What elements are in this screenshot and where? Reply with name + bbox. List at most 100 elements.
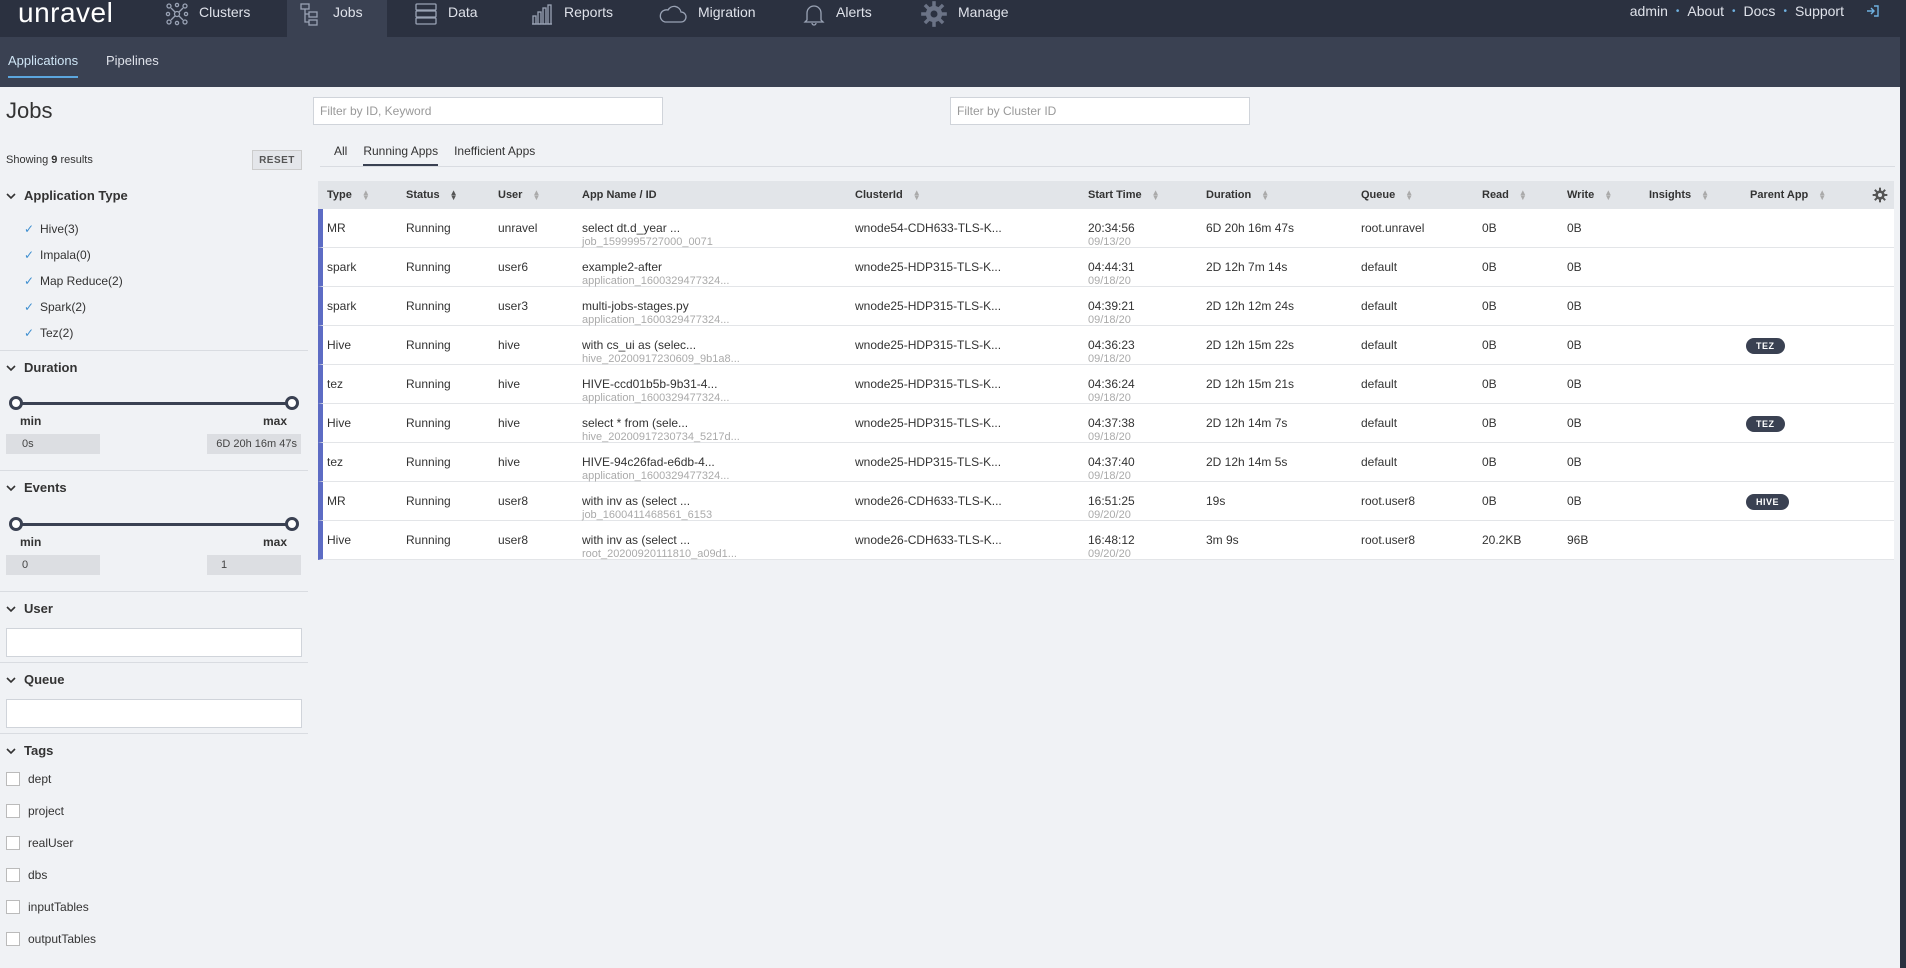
cell-app-name[interactable]: with cs_ui as (selec... hive_202009172306… [582, 338, 740, 365]
cell-app-name[interactable]: multi-jobs-stages.py application_16003294… [582, 299, 729, 326]
tag-inputtables[interactable]: inputTables [6, 900, 89, 914]
checkbox[interactable] [6, 772, 20, 786]
cell-cluster-id: wnode25-HDP315-TLS-K... [855, 260, 1002, 274]
duration-max-handle[interactable] [285, 396, 299, 410]
col-insights[interactable]: Insights ▲ ▼ [1649, 189, 1709, 202]
support-link[interactable]: Support [1795, 3, 1844, 19]
tab-applications[interactable]: Applications [8, 53, 79, 78]
table-row[interactable]: MR Running user8 with inv as (select ... job… [318, 482, 1894, 521]
table-row[interactable]: spark Running user3 multi-jobs-stages.py app… [318, 287, 1894, 326]
cell-user: user8 [498, 533, 529, 547]
section-application-type[interactable]: Application Type [6, 188, 128, 203]
section-duration[interactable]: Duration [6, 360, 77, 375]
events-min-value[interactable]: 0 [6, 555, 100, 575]
checkbox[interactable] [6, 836, 20, 850]
col-duration[interactable]: Duration ▲ ▼ [1206, 189, 1269, 202]
cell-write: 0B [1567, 455, 1582, 469]
col-cluster-id[interactable]: ClusterId ▲ ▼ [855, 189, 921, 202]
docs-link[interactable]: Docs [1744, 3, 1776, 19]
section-events[interactable]: Events [6, 480, 67, 495]
col-write[interactable]: Write ▲ ▼ [1567, 189, 1612, 202]
checkbox[interactable] [6, 868, 20, 882]
tab-inefficient-apps[interactable]: Inefficient Apps [454, 144, 535, 166]
unravel-logo[interactable]: unravel [18, 0, 113, 27]
tag-dept[interactable]: dept [6, 772, 51, 786]
duration-min-handle[interactable] [9, 396, 23, 410]
table-row[interactable]: Hive Running hive select * from (sele... hiv… [318, 404, 1894, 443]
checkbox[interactable] [6, 932, 20, 946]
column-settings-gear-icon[interactable] [1872, 187, 1888, 203]
filter-spark[interactable]: ✓ Spark(2) [24, 300, 86, 314]
col-user[interactable]: User ▲ ▼ [498, 189, 540, 202]
tag-realuser[interactable]: realUser [6, 836, 73, 850]
check-icon: ✓ [24, 300, 35, 314]
section-queue[interactable]: Queue [6, 672, 64, 687]
tag-dbs[interactable]: dbs [6, 868, 47, 882]
nav-jobs-label: Jobs [333, 4, 363, 20]
duration-slider-track[interactable] [16, 402, 292, 405]
filter-impala[interactable]: ✓ Impala(0) [24, 248, 91, 262]
col-read[interactable]: Read ▲ ▼ [1482, 189, 1527, 202]
section-user[interactable]: User [6, 601, 53, 616]
cell-app-name[interactable]: example2-after application_1600329477324.… [582, 260, 729, 287]
nav-migration[interactable]: Migration [658, 0, 778, 37]
col-start-time[interactable]: Start Time ▲ ▼ [1088, 189, 1160, 202]
nav-jobs[interactable]: Jobs [287, 0, 387, 37]
col-type[interactable]: Type ▲ ▼ [327, 189, 370, 202]
filter-map-reduce[interactable]: ✓ Map Reduce(2) [24, 274, 123, 288]
table-row[interactable]: MR Running unravel select dt.d_year ... job_… [318, 209, 1894, 248]
check-icon: ✓ [24, 274, 35, 288]
cell-status: Running [406, 455, 451, 469]
tab-pipelines[interactable]: Pipelines [106, 53, 159, 76]
logout-icon[interactable] [1866, 4, 1880, 18]
tab-all[interactable]: All [334, 144, 347, 166]
col-status[interactable]: Status ▲ ▼ [406, 189, 458, 202]
filter-hive[interactable]: ✓ Hive(3) [24, 222, 79, 236]
cell-app-name[interactable]: select dt.d_year ... job_1599995727000_00… [582, 221, 713, 248]
parent-app-badge[interactable]: HIVE [1746, 494, 1790, 510]
cell-status: Running [406, 299, 451, 313]
about-link[interactable]: About [1687, 3, 1724, 19]
events-min-handle[interactable] [9, 517, 23, 531]
cell-app-name[interactable]: select * from (sele... hive_2020091723073… [582, 416, 740, 443]
filter-tez[interactable]: ✓ Tez(2) [24, 326, 73, 340]
section-tags[interactable]: Tags [6, 743, 53, 758]
parent-app-badge[interactable]: TEZ [1746, 338, 1785, 354]
parent-app-badge[interactable]: TEZ [1746, 416, 1785, 432]
table-row[interactable]: tez Running hive HIVE-94c26fad-e6db-4... app… [318, 443, 1894, 482]
cell-app-name[interactable]: HIVE-ccd01b5b-9b31-4... application_16003… [582, 377, 729, 404]
col-parent-app[interactable]: Parent App ▲ ▼ [1750, 189, 1826, 202]
checkbox[interactable] [6, 804, 20, 818]
cell-app-name[interactable]: with inv as (select ... root_202009201118… [582, 533, 737, 560]
duration-min-value[interactable]: 0s [6, 434, 100, 454]
user-menu[interactable]: admin [1630, 3, 1668, 19]
filter-id-input[interactable] [313, 97, 663, 125]
events-slider-track[interactable] [16, 523, 292, 526]
nav-clusters[interactable]: Clusters [165, 0, 285, 37]
events-max-value[interactable]: 1 [207, 555, 301, 575]
nav-manage[interactable]: Manage [920, 0, 1030, 37]
cell-app-name[interactable]: with inv as (select ... job_1600411468561… [582, 494, 712, 521]
col-queue[interactable]: Queue ▲ ▼ [1361, 189, 1413, 202]
user-filter-input[interactable] [6, 628, 302, 657]
events-max-handle[interactable] [285, 517, 299, 531]
reset-button[interactable]: RESET [252, 150, 302, 170]
table-row[interactable]: Hive Running hive with cs_ui as (selec... hi… [318, 326, 1894, 365]
checkbox[interactable] [6, 900, 20, 914]
table-row[interactable]: spark Running user6 example2-after applicati… [318, 248, 1894, 287]
nav-reports[interactable]: Reports [530, 0, 640, 37]
table-row[interactable]: Hive Running user8 with inv as (select ... r… [318, 521, 1894, 560]
tag-outputtables[interactable]: outputTables [6, 932, 96, 946]
cell-read: 0B [1482, 338, 1497, 352]
tab-running-apps[interactable]: Running Apps [363, 144, 439, 166]
table-row[interactable]: tez Running hive HIVE-ccd01b5b-9b31-4... app… [318, 365, 1894, 404]
filter-cluster-input[interactable] [950, 97, 1250, 125]
nav-data[interactable]: Data [414, 0, 504, 37]
queue-filter-input[interactable] [6, 699, 302, 728]
cell-app-name[interactable]: HIVE-94c26fad-e6db-4... application_16003… [582, 455, 729, 482]
nav-alerts[interactable]: Alerts [802, 0, 902, 37]
duration-max-value[interactable]: 6D 20h 16m 47s [207, 434, 301, 454]
cell-start-time-sub: 09/20/20 [1088, 509, 1131, 521]
col-app-name[interactable]: App Name / ID [582, 189, 657, 201]
tag-project[interactable]: project [6, 804, 64, 818]
